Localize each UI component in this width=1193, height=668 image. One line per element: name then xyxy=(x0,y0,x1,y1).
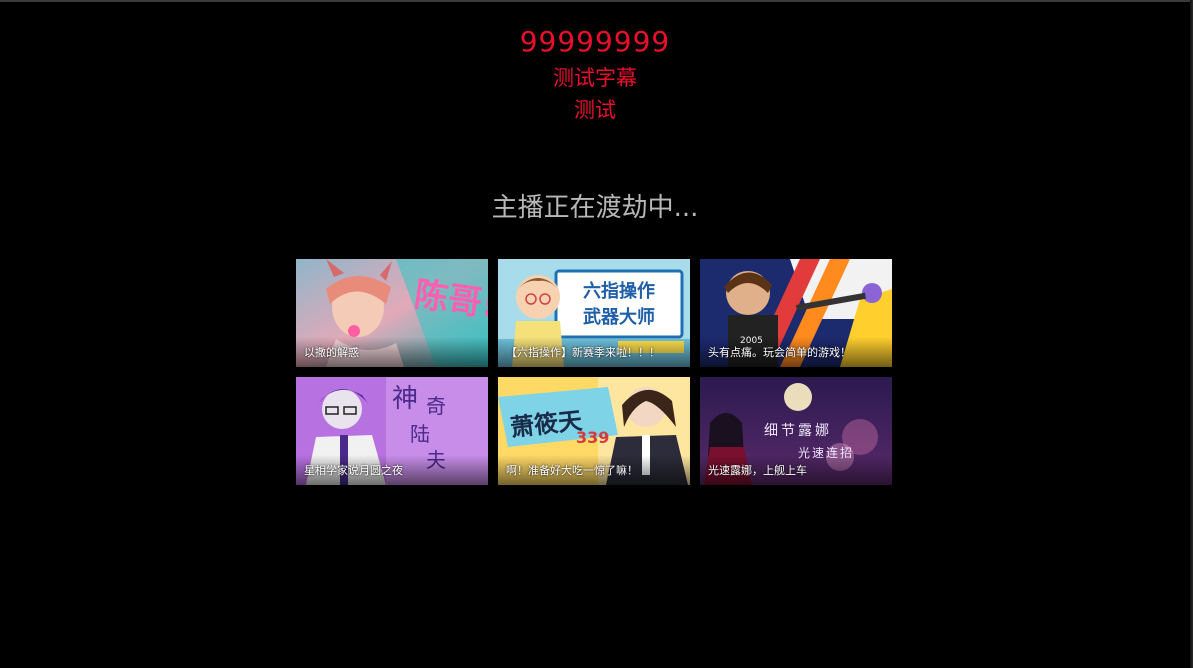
stream-card[interactable]: 陈哥! 以撒的解惑 xyxy=(296,259,488,367)
stream-title: 以撒的解惑 xyxy=(296,337,488,367)
window-top-border xyxy=(0,0,1193,2)
stream-title: 星相学家说月圆之夜 xyxy=(296,455,488,485)
thumbnail-art-text: 细节露娜 xyxy=(764,423,832,439)
stream-status: 主播正在渡劫中... xyxy=(491,193,699,223)
stream-title: 【六指操作】新赛季来啦！！！ xyxy=(498,337,690,367)
overlay-subtitle: 测试字幕 xyxy=(553,66,637,90)
thumbnail-art-text: 339 xyxy=(576,428,609,447)
stream-title: 光速露娜，上舰上车 xyxy=(700,455,892,485)
stream-card[interactable]: 萧筱天 339 啊！准备好大吃一惊了嘛！ xyxy=(498,377,690,485)
stream-card[interactable]: 神 奇 陆 夫 星相学家说月圆之夜 xyxy=(296,377,488,485)
thumbnail-art-text: 神 xyxy=(392,384,418,414)
stream-card[interactable]: 六指操作 武器大师 【六指操作】新赛季来啦！！！ xyxy=(498,259,690,367)
recommended-streams-grid: 陈哥! 以撒的解惑 六指操作 武器大师 【六指操作】新赛季来啦！！！ 头有点痛。… xyxy=(296,259,892,485)
thumbnail-art-text: 陆 xyxy=(410,422,430,446)
overlay-number: 99999999 xyxy=(519,25,671,58)
stream-card[interactable]: 2005 头有点痛。玩会简单的游戏！ xyxy=(700,259,892,367)
stream-card[interactable]: 细节露娜 光速连招 光速露娜，上舰上车 xyxy=(700,377,892,485)
overlay-text: 99999999 测试字幕 测试 xyxy=(0,22,1190,126)
thumbnail-art-text: 六指操作 xyxy=(583,280,655,302)
stream-title: 头有点痛。玩会简单的游戏！ xyxy=(700,337,892,367)
stream-title: 啊！准备好大吃一惊了嘛！ xyxy=(498,455,690,485)
overlay-test-text: 测试 xyxy=(574,98,616,122)
thumbnail-art-text: 武器大师 xyxy=(583,306,655,328)
thumbnail-art-text: 奇 xyxy=(426,394,446,418)
